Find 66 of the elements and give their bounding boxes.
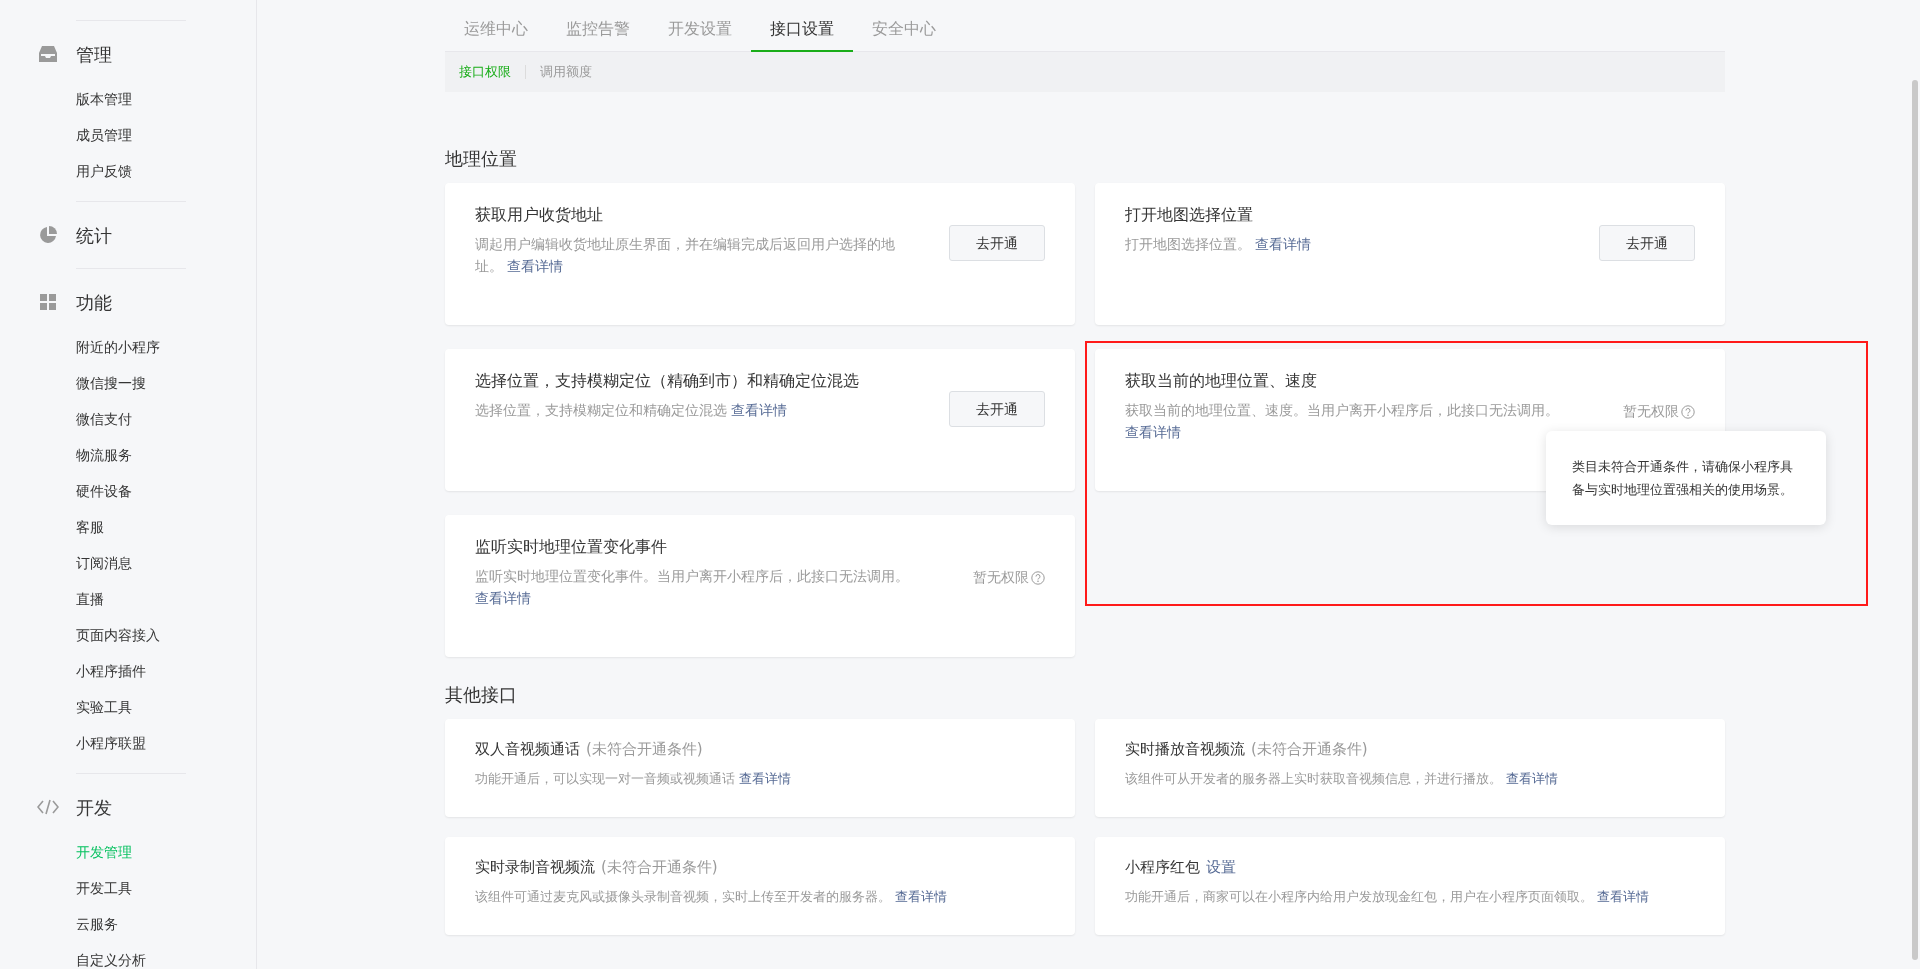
details-link[interactable]: 查看详情	[1597, 889, 1650, 904]
no-permission-label: 暂无权限	[973, 568, 1029, 587]
help-icon[interactable]	[1031, 570, 1045, 585]
card-description: 打开地图选择位置。 查看详情	[1125, 235, 1313, 254]
card-title: 实时播放音视频流	[1125, 739, 1245, 760]
details-link[interactable]: 查看详情	[1255, 236, 1312, 252]
status-note: (未符合开通条件)	[1251, 739, 1368, 760]
sidebar-item[interactable]: 微信支付	[76, 408, 132, 430]
sidebar-item[interactable]: 云服务	[76, 913, 118, 935]
card-description: 该组件可通过麦克风或摄像头录制音视频，实时上传至开发者的服务器。 查看详情	[475, 888, 949, 906]
settings-link[interactable]: 设置	[1206, 855, 1236, 879]
sidebar-item[interactable]: 开发工具	[76, 877, 132, 899]
card-title: 获取当前的地理位置、速度	[1125, 370, 1318, 392]
sidebar-item[interactable]: 微信搜一搜	[76, 372, 146, 394]
card-title: 实时录制音视频流	[475, 857, 595, 878]
status-note: (未符合开通条件)	[601, 857, 718, 878]
details-link[interactable]: 查看详情	[731, 402, 788, 418]
sidebar-item[interactable]: 成员管理	[76, 124, 132, 146]
sidebar-item[interactable]: 用户反馈	[76, 160, 132, 182]
card-description: 功能开通后，商家可以在小程序内给用户发放现金红包，用户在小程序页面领取。 查看详情	[1125, 888, 1651, 906]
help-icon[interactable]	[1681, 404, 1695, 419]
details-link[interactable]: 查看详情	[895, 889, 948, 904]
card-description: 获取当前的地理位置、速度。当用户离开小程序后，此接口无法调用。 查看详情	[1125, 401, 1560, 442]
details-link[interactable]: 查看详情	[475, 590, 531, 606]
pie-chart-icon	[39, 226, 57, 244]
card-description: 该组件可从开发者的服务器上实时获取音视频信息，并进行播放。 查看详情	[1125, 770, 1560, 788]
sidebar-item[interactable]: 版本管理	[76, 88, 132, 110]
section-title: 地理位置	[445, 147, 518, 171]
sidebar-item[interactable]: 硬件设备	[76, 480, 132, 502]
card-title: 获取用户收货地址	[475, 204, 604, 226]
sidebar-item[interactable]: 页面内容接入	[76, 624, 160, 646]
card-description: 选择位置，支持模糊定位和精确定位混选 查看详情	[475, 401, 789, 420]
activate-button[interactable]: 去开通	[1599, 225, 1695, 261]
sidebar-item[interactable]: 小程序联盟	[76, 732, 146, 754]
code-icon	[37, 799, 59, 815]
card-title: 监听实时地理位置变化事件	[475, 536, 668, 558]
details-link[interactable]: 查看详情	[739, 771, 792, 786]
grid-icon	[40, 294, 56, 310]
sidebar-item[interactable]: 客服	[76, 516, 104, 538]
sidebar-item[interactable]: 直播	[76, 588, 104, 610]
sidebar-item[interactable]: 小程序插件	[76, 660, 146, 682]
sidebar-group-title[interactable]: 开发	[76, 793, 112, 821]
card-title: 打开地图选择位置	[1125, 204, 1254, 226]
sidebar-group-title[interactable]: 管理	[76, 40, 112, 68]
sidebar-item[interactable]: 实验工具	[76, 696, 132, 718]
card-description: 监听实时地理位置变化事件。当用户离开小程序后，此接口无法调用。 查看详情	[475, 567, 910, 608]
sidebar-group-title[interactable]: 统计	[76, 221, 112, 249]
sidebar-group-title[interactable]: 功能	[76, 288, 112, 316]
sidebar-item[interactable]: 订阅消息	[76, 552, 132, 574]
inbox-icon	[39, 46, 57, 62]
status-note: (未符合开通条件)	[586, 739, 703, 760]
no-permission-label: 暂无权限	[1623, 402, 1679, 421]
details-link[interactable]: 查看详情	[1506, 771, 1559, 786]
tooltip-text: 类目未符合开通条件，请确保小程序具备与实时地理位置强相关的使用场景。	[1572, 459, 1793, 497]
activate-button[interactable]: 去开通	[949, 225, 1045, 261]
sidebar-item[interactable]: 附近的小程序	[76, 336, 160, 358]
sidebar-item[interactable]: 自定义分析	[76, 949, 146, 969]
activate-button[interactable]: 去开通	[949, 391, 1045, 427]
details-link[interactable]: 查看详情	[1125, 424, 1181, 440]
section-title: 其他接口	[445, 683, 518, 707]
card-title: 选择位置，支持模糊定位（精确到市）和精确定位混选	[475, 370, 860, 392]
details-link[interactable]: 查看详情	[507, 258, 564, 274]
sidebar-item[interactable]: 物流服务	[76, 444, 132, 466]
card-title: 双人音视频通话	[475, 739, 580, 760]
card-title: 小程序红包	[1125, 857, 1200, 878]
card-description: 调起用户编辑收货地址原生界面，并在编辑完成后返回用户选择的地址。 查看详情	[475, 235, 896, 276]
